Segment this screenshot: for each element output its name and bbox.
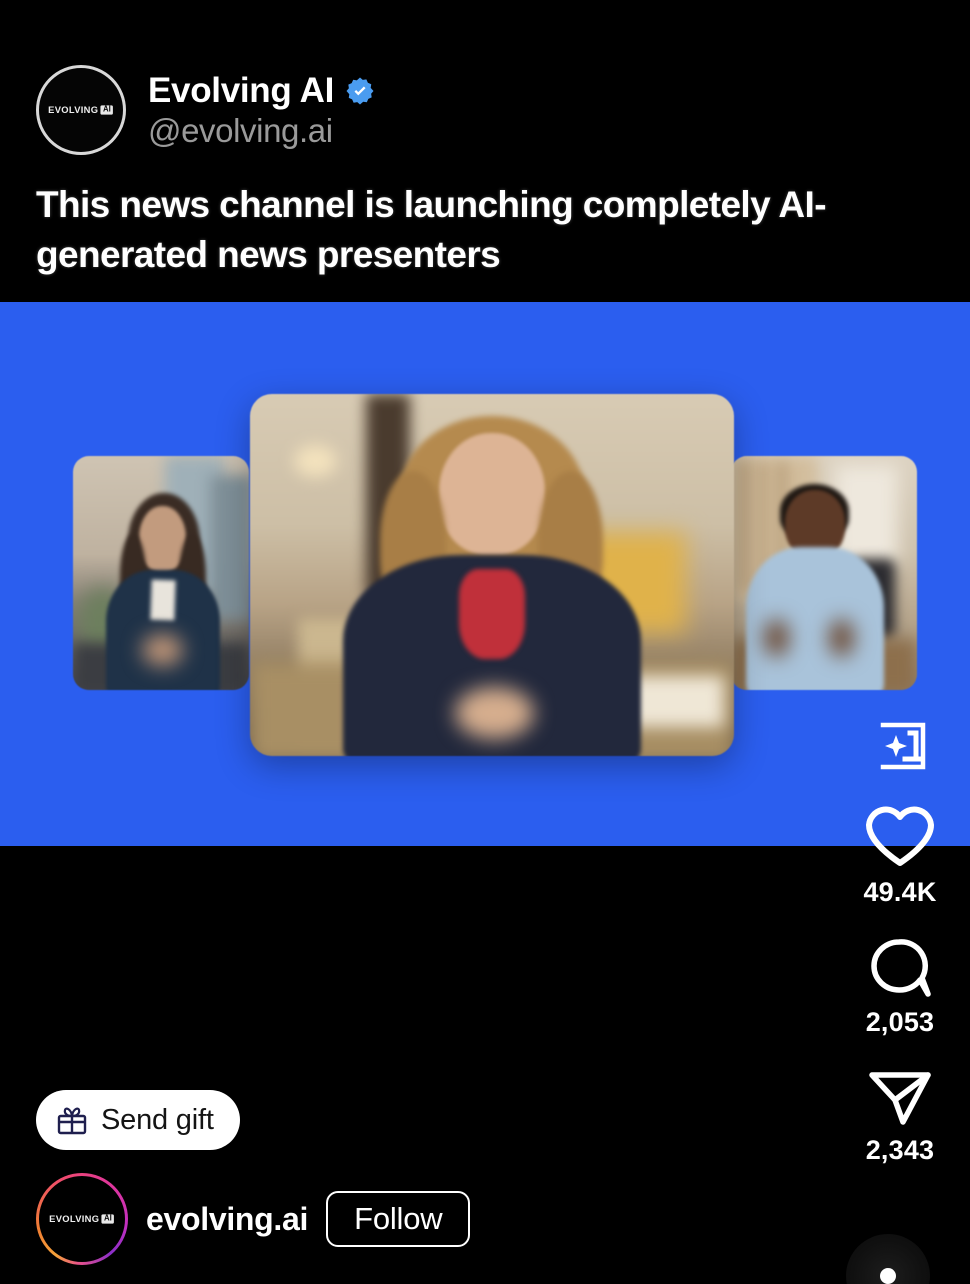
gift-icon <box>57 1107 87 1135</box>
footer-username[interactable]: evolving.ai <box>146 1201 308 1238</box>
footer-brand-logo-word: EVOLVING <box>49 1213 100 1225</box>
brand-logo-word: EVOLVING <box>48 104 99 116</box>
header-block: EVOLVING AI Evolving AI @evolving.ai Thi… <box>0 0 970 302</box>
presenter-panel-center <box>250 394 734 756</box>
effect-badge-button[interactable] <box>869 720 931 772</box>
footer-avatar[interactable]: EVOLVING AI <box>36 1173 128 1265</box>
sparkle-effect-icon <box>880 722 926 770</box>
like-count: 49.4K <box>863 877 937 907</box>
follow-button[interactable]: Follow <box>326 1191 471 1247</box>
video-stage[interactable] <box>0 302 970 846</box>
page-title: This news channel is launching completel… <box>36 184 827 276</box>
brand-logo-icon: EVOLVING AI <box>48 104 114 116</box>
share-count: 2,343 <box>865 1135 935 1165</box>
handle: @evolving.ai <box>148 111 333 149</box>
presenter-panel-right <box>731 456 917 690</box>
send-gift-label: Send gift <box>101 1103 214 1136</box>
send-gift-button[interactable]: Send gift <box>36 1090 240 1150</box>
avatar[interactable]: EVOLVING AI <box>36 65 126 155</box>
footer-brand-logo-badge: AI <box>102 1214 115 1224</box>
share-button[interactable]: 2,343 <box>866 1066 935 1166</box>
presenter-panel-left <box>73 456 249 690</box>
display-name: Evolving AI <box>148 70 334 110</box>
display-name-row: Evolving AI <box>148 71 375 111</box>
action-rail: 49.4K 2,053 2,343 <box>830 720 970 1166</box>
comment-button[interactable]: 2,053 <box>866 936 935 1038</box>
tiktok-video-screen: EVOLVING AI Evolving AI @evolving.ai Thi… <box>0 0 970 1284</box>
brand-logo-badge: AI <box>101 105 114 115</box>
comment-icon <box>871 939 931 997</box>
follow-label: Follow <box>354 1201 443 1236</box>
share-icon <box>869 1072 931 1125</box>
profile-row[interactable]: EVOLVING AI Evolving AI @evolving.ai <box>36 65 375 155</box>
comment-count: 2,053 <box>865 1007 935 1037</box>
footer-avatar-inner: EVOLVING AI <box>39 1176 125 1262</box>
like-button[interactable]: 49.4K <box>863 804 936 908</box>
footer-row: EVOLVING AI evolving.ai Follow <box>36 1173 471 1265</box>
footer-brand-logo-icon: EVOLVING AI <box>49 1213 115 1225</box>
profile-name-column: Evolving AI @evolving.ai <box>148 71 375 149</box>
music-disc-icon[interactable] <box>846 1234 930 1284</box>
verified-badge-icon <box>346 77 374 105</box>
heart-icon <box>866 806 934 866</box>
